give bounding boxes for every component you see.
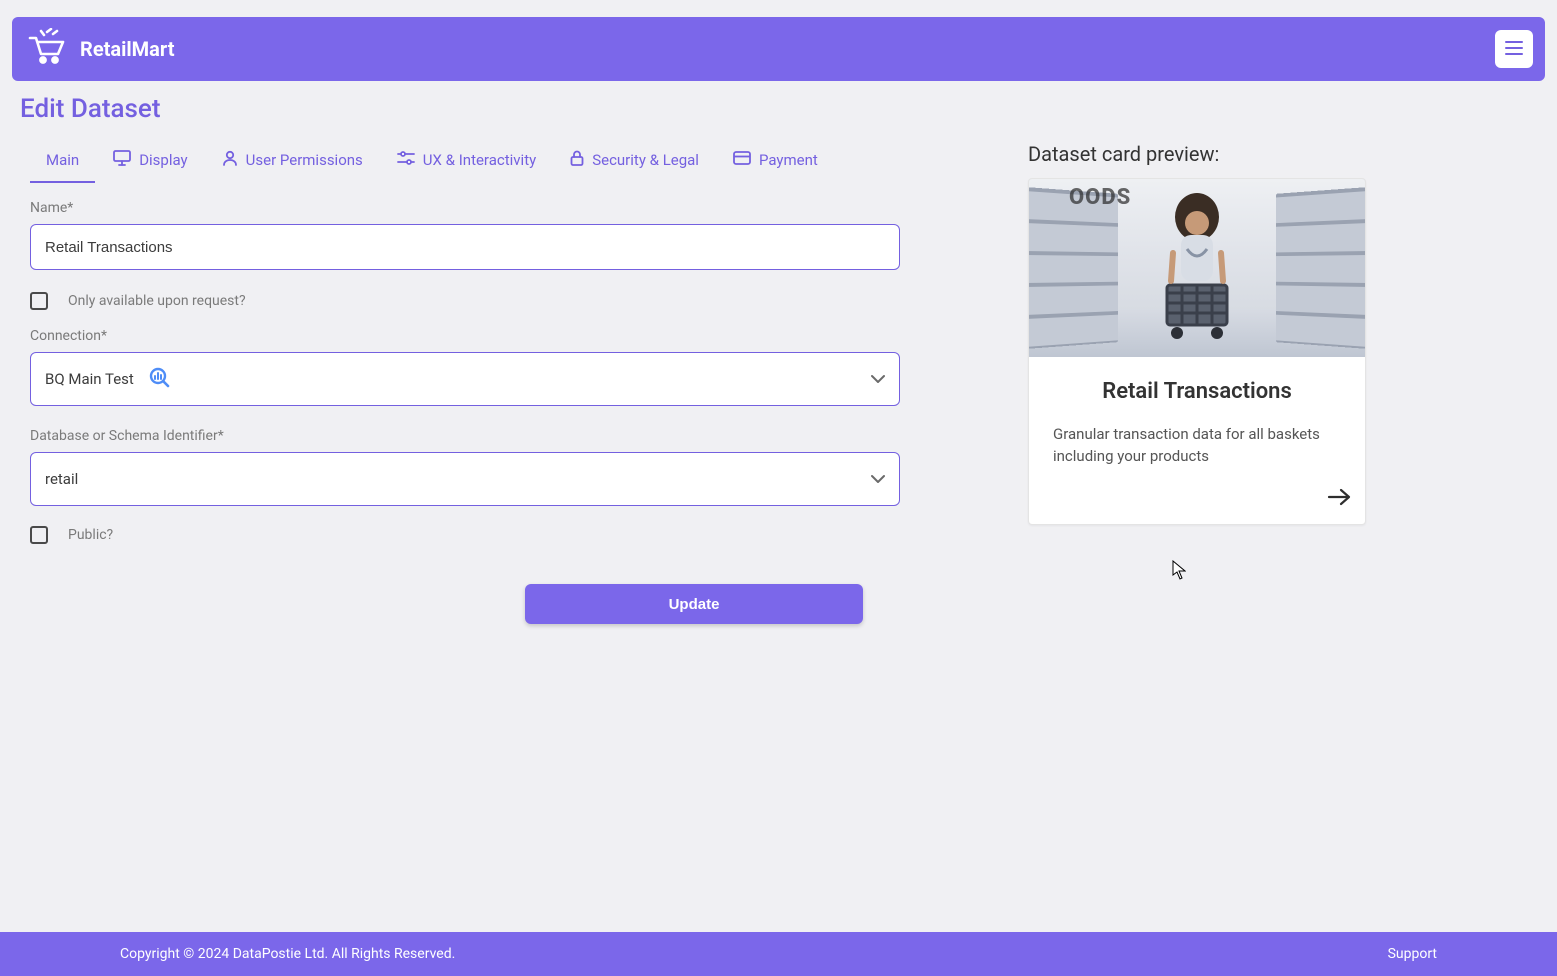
bigquery-icon: [148, 366, 170, 392]
tabs: Main Display User Permissions UX & Inter…: [30, 140, 834, 184]
dataset-card-title: Retail Transactions: [1053, 379, 1341, 404]
request-only-label: Only available upon request?: [68, 293, 246, 309]
arrow-right-icon: [1327, 488, 1351, 510]
chevron-down-icon: [871, 370, 885, 388]
sliders-icon: [397, 151, 415, 169]
dataset-card-image: OODS: [1029, 179, 1365, 357]
store-sign-text: OODS: [1069, 185, 1131, 210]
cart-logo-icon: [24, 28, 68, 70]
public-checkbox[interactable]: [30, 526, 48, 544]
brand: RetailMart: [24, 28, 174, 70]
menu-button[interactable]: [1495, 30, 1533, 68]
tab-payment[interactable]: Payment: [717, 141, 834, 183]
tab-label: Display: [139, 151, 187, 169]
dataset-card-description: Granular transaction data for all basket…: [1053, 424, 1341, 468]
schema-select[interactable]: retail: [30, 452, 900, 506]
support-link[interactable]: Support: [1388, 946, 1437, 962]
lock-icon: [570, 150, 584, 170]
tab-label: UX & Interactivity: [423, 151, 536, 169]
name-input[interactable]: [30, 224, 900, 270]
page-title: Edit Dataset: [20, 94, 160, 124]
footer-copyright: Copyright © 2024 DataPostie Ltd. All Rig…: [120, 946, 455, 962]
tab-user-permissions[interactable]: User Permissions: [206, 140, 379, 184]
card-icon: [733, 151, 751, 169]
connection-select[interactable]: BQ Main Test: [30, 352, 900, 406]
mouse-cursor-icon: [1172, 560, 1186, 580]
tab-label: Payment: [759, 151, 818, 169]
tab-main[interactable]: Main: [30, 141, 95, 183]
tab-label: Security & Legal: [592, 151, 699, 169]
user-icon: [222, 150, 238, 170]
tab-label: User Permissions: [246, 151, 363, 169]
monitor-icon: [113, 150, 131, 170]
shopper-illustration: [1137, 193, 1257, 357]
request-only-checkbox[interactable]: [30, 292, 48, 310]
dataset-card-preview: Dataset card preview: OODS: [1028, 142, 1366, 525]
tab-label: Main: [46, 151, 79, 169]
schema-label: Database or Schema Identifier*: [30, 428, 900, 444]
connection-label: Connection*: [30, 328, 900, 344]
connection-value: BQ Main Test: [45, 370, 134, 388]
preview-heading: Dataset card preview:: [1028, 142, 1366, 166]
tab-ux-interactivity[interactable]: UX & Interactivity: [381, 141, 552, 183]
dataset-card[interactable]: OODS: [1028, 178, 1366, 525]
chevron-down-icon: [871, 470, 885, 488]
tab-display[interactable]: Display: [97, 140, 203, 184]
update-button[interactable]: Update: [525, 584, 863, 624]
edit-dataset-form: Name* Only available upon request? Conne…: [30, 200, 900, 562]
public-label: Public?: [68, 527, 113, 543]
tab-security-legal[interactable]: Security & Legal: [554, 140, 715, 184]
hamburger-icon: [1505, 40, 1523, 59]
schema-value: retail: [45, 470, 78, 488]
name-label: Name*: [30, 200, 900, 216]
brand-name: RetailMart: [80, 37, 174, 61]
app-footer: Copyright © 2024 DataPostie Ltd. All Rig…: [0, 932, 1557, 976]
app-header: RetailMart: [12, 17, 1545, 81]
